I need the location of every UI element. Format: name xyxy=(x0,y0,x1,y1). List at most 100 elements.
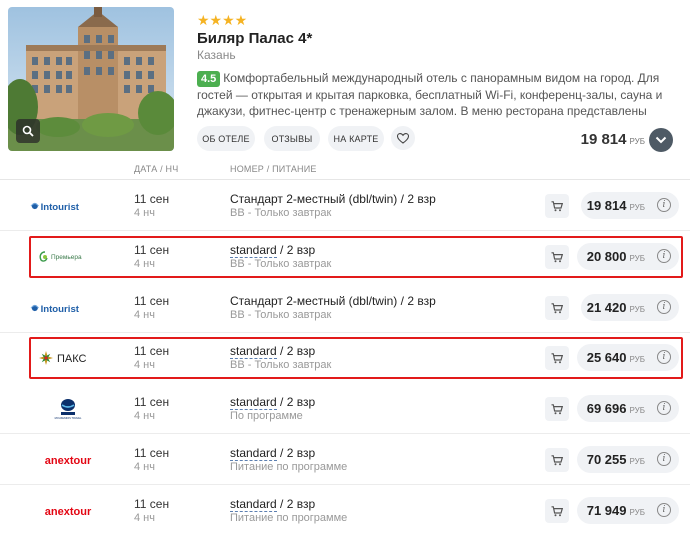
offer-row[interactable]: Intourist 11 сен 4 нч Стандарт 2-местный… xyxy=(0,180,690,231)
offer-nights: 4 нч xyxy=(134,258,155,270)
room-occupancy: / 2 взр xyxy=(397,294,436,308)
reviews-button[interactable]: ОТЗЫВЫ xyxy=(264,126,320,151)
offer-meal: Питание по программе xyxy=(230,461,348,473)
operator-logo-anextour: anextour xyxy=(30,499,105,523)
offer-row[interactable]: MOUZENIDIS TRAVEL 11 сен 4 нч standard /… xyxy=(0,383,690,434)
add-to-cart-button[interactable] xyxy=(545,245,569,269)
price-button[interactable]: 19 814 РУБ i xyxy=(581,192,679,219)
price-button[interactable]: 71 949 РУБ i xyxy=(577,497,679,524)
offer-row[interactable]: anextour 11 сен 4 нч standard / 2 взр Пи… xyxy=(0,434,690,485)
operator-name: anextour xyxy=(44,455,91,467)
offer-room: standard / 2 взр xyxy=(230,344,315,359)
price-value: 25 640 xyxy=(586,350,627,365)
room-occupancy: / 2 взр xyxy=(276,497,316,511)
room-occupancy: / 2 взр xyxy=(276,395,316,409)
info-icon[interactable]: i xyxy=(657,452,671,466)
offer-price: 20 800 РУБ xyxy=(587,249,645,264)
info-icon[interactable]: i xyxy=(657,198,671,212)
price-currency: РУБ xyxy=(629,203,646,212)
cart-icon xyxy=(551,403,563,414)
add-to-cart-button[interactable] xyxy=(545,397,569,421)
description-text: Комфортабельный международный отель с па… xyxy=(197,71,663,118)
chevron-down-icon xyxy=(655,136,667,144)
info-icon[interactable]: i xyxy=(657,249,671,263)
price-button[interactable]: 21 420 РУБ i xyxy=(581,294,679,321)
operator-logo-anextour: anextour xyxy=(30,448,105,472)
offer-row[interactable]: anextour 11 сен 4 нч standard / 2 взр Пи… xyxy=(0,485,690,536)
magnifier-icon xyxy=(22,125,34,137)
offer-price: 21 420 РУБ xyxy=(587,300,645,315)
info-icon[interactable]: i xyxy=(657,503,671,517)
offer-row[interactable]: ПАКС 11 сен 4 нч standard / 2 взр BB - Т… xyxy=(0,332,690,383)
offer-nights: 4 нч xyxy=(134,410,155,422)
operator-logo-intourist: Intourist xyxy=(30,194,105,218)
add-to-cart-button[interactable] xyxy=(545,499,569,523)
room-type-link[interactable]: standard xyxy=(230,243,277,258)
price-value: 70 255 xyxy=(586,452,627,467)
cart-icon xyxy=(551,302,563,313)
cart-icon xyxy=(551,251,563,262)
add-to-cart-button[interactable] xyxy=(545,194,569,218)
offer-meal: BB - Только завтрак xyxy=(230,359,332,371)
offer-date: 11 сен xyxy=(134,243,170,257)
offer-nights: 4 нч xyxy=(134,461,155,473)
hotel-photo[interactable] xyxy=(8,7,174,151)
offer-room: standard / 2 взр xyxy=(230,243,316,258)
add-to-cart-button[interactable] xyxy=(545,346,569,370)
hotel-name[interactable]: Биляр Палас 4* xyxy=(197,30,312,47)
offer-price: 70 255 РУБ xyxy=(587,452,645,467)
offer-date: 11 сен xyxy=(134,192,170,206)
hotel-stars: ★★★★ xyxy=(197,12,248,28)
operator-logo-paks: ПАКС xyxy=(30,346,105,370)
add-to-cart-button[interactable] xyxy=(545,296,569,320)
offer-row[interactable]: Intourist 11 сен 4 нч Стандарт 2-местный… xyxy=(0,282,690,333)
price-button[interactable]: 20 800 РУБ i xyxy=(577,243,679,270)
price-value: 21 420 xyxy=(586,300,627,315)
info-icon[interactable]: i xyxy=(657,401,671,415)
min-price-value: 19 814 xyxy=(580,131,627,148)
price-currency: РУБ xyxy=(629,355,646,364)
room-type-link[interactable]: standard xyxy=(230,395,277,410)
cart-icon xyxy=(551,505,563,516)
offer-price: 71 949 РУБ xyxy=(587,503,645,518)
operator-name: ПАКС xyxy=(57,353,87,365)
offer-date: 11 сен xyxy=(134,294,170,308)
operator-name: MOUZENIDIS TRAVEL xyxy=(54,416,81,420)
price-button[interactable]: 69 696 РУБ i xyxy=(577,395,679,422)
offer-room: Стандарт 2-местный (dbl/twin) / 2 взр xyxy=(230,294,436,308)
offer-room: standard / 2 взр xyxy=(230,395,316,410)
room-type-link[interactable]: standard xyxy=(230,497,277,512)
room-type-link[interactable]: standard xyxy=(230,344,277,359)
room-occupancy: / 2 взр xyxy=(276,446,316,460)
rating-badge: 4.5 xyxy=(197,71,221,87)
price-currency: РУБ xyxy=(629,406,646,415)
min-price: 19 814 РУБ xyxy=(581,131,645,148)
price-button[interactable]: 70 255 РУБ i xyxy=(577,446,679,473)
price-button[interactable]: 25 640 РУБ i xyxy=(577,344,679,371)
heart-icon xyxy=(397,132,409,144)
offer-row[interactable]: Премьера 11 сен 4 нч standard / 2 взр BB… xyxy=(0,231,690,282)
offer-meal: BB - Только завтрак xyxy=(230,258,332,270)
room-occupancy: / 2 взр xyxy=(276,243,316,257)
add-to-cart-button[interactable] xyxy=(545,448,569,472)
column-header-date: ДАТА / НЧ xyxy=(134,164,179,174)
expand-offers-button[interactable] xyxy=(649,128,673,152)
favorite-button[interactable] xyxy=(391,126,415,150)
room-type: Стандарт 2-местный (dbl/twin) xyxy=(230,294,398,308)
offer-meal: Питание по программе xyxy=(230,512,348,524)
offer-nights: 4 нч xyxy=(134,207,155,219)
hotel-description: 4.5 Комфортабельный международный отель с… xyxy=(197,70,673,118)
offer-price: 69 696 РУБ xyxy=(587,401,645,416)
offer-date: 11 сен xyxy=(134,344,170,358)
cart-icon xyxy=(551,200,563,211)
info-icon[interactable]: i xyxy=(657,350,671,364)
about-hotel-button[interactable]: ОБ ОТЕЛЕ xyxy=(197,126,255,151)
operator-logo-mouzenidis: MOUZENIDIS TRAVEL xyxy=(30,397,105,421)
room-type-link[interactable]: standard xyxy=(230,446,277,461)
room-type: Стандарт 2-местный (dbl/twin) xyxy=(230,192,398,206)
price-value: 19 814 xyxy=(586,198,627,213)
info-icon[interactable]: i xyxy=(657,300,671,314)
zoom-photo-button[interactable] xyxy=(16,119,40,143)
operator-logo-intourist: Intourist xyxy=(30,296,105,320)
on-map-button[interactable]: НА КАРТЕ xyxy=(328,126,384,151)
